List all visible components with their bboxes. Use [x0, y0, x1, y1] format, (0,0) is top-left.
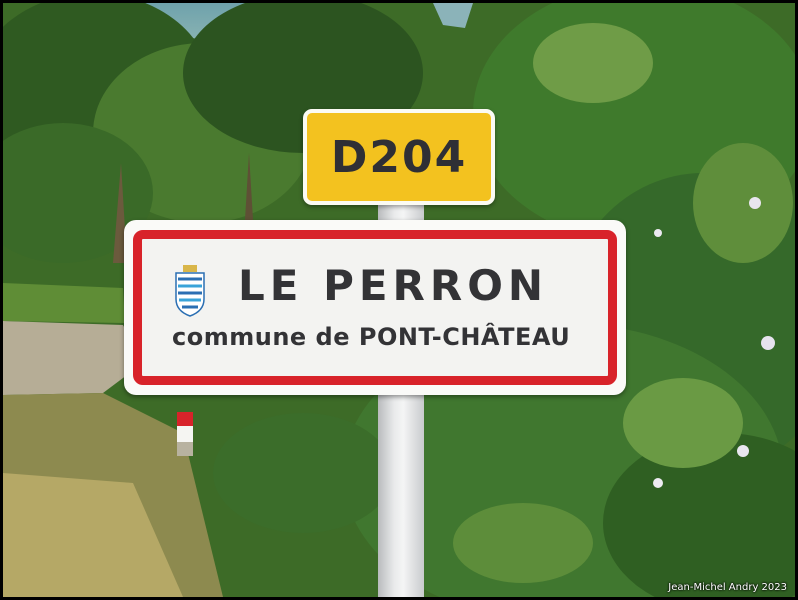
coat-of-arms-icon: [175, 265, 205, 317]
route-number-plate: D204: [303, 109, 495, 205]
town-entry-sign: LE PERRON commune de PONT-CHÂTEAU: [124, 220, 626, 395]
town-name: LE PERRON: [238, 261, 549, 310]
photograph: D204 LE PERRON commune de PONT-CHÂTEAU J…: [3, 3, 795, 597]
photo-frame: D204 LE PERRON commune de PONT-CHÂTEAU J…: [0, 0, 798, 600]
photo-credit: Jean-Michel Andry 2023: [668, 582, 787, 593]
commune-name: commune de PONT-CHÂTEAU: [172, 323, 571, 351]
sign-red-border: LE PERRON commune de PONT-CHÂTEAU: [133, 230, 617, 385]
roadside-marker-post: [177, 412, 193, 456]
route-number: D204: [330, 131, 468, 183]
